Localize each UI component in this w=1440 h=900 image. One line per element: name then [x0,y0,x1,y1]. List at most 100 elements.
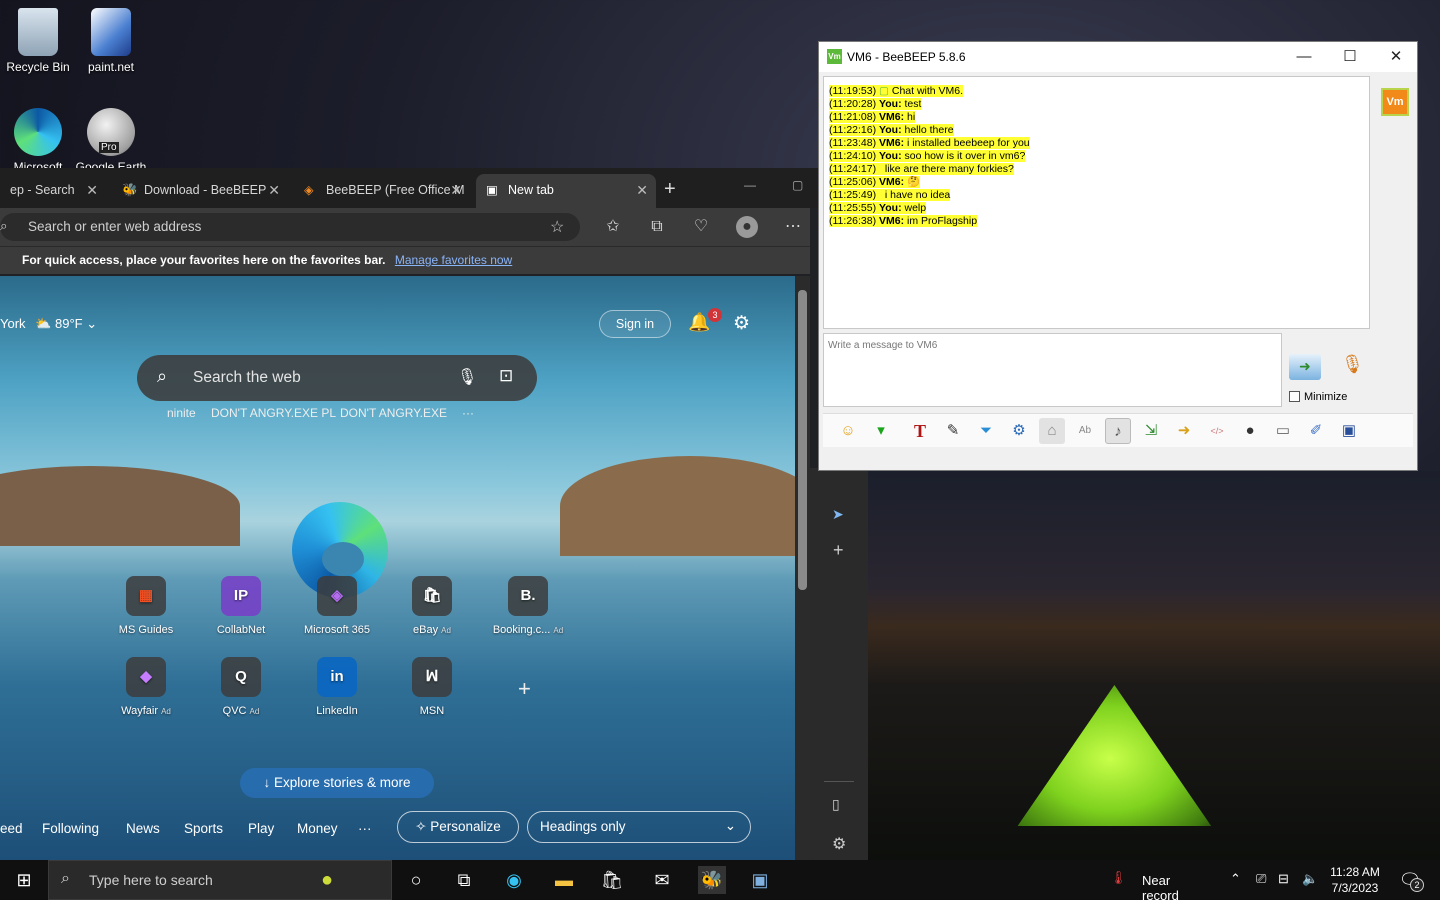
task-view-icon[interactable]: ⧉ [450,866,478,894]
close-window-icon[interactable]: ✕ [1373,46,1419,68]
taskbar-search-box[interactable]: ⌕ Type here to search ● [48,860,392,900]
favorites-icon[interactable]: ✩ [602,216,624,238]
microphone-icon[interactable]: 🎙 [457,367,477,387]
share-icon[interactable]: ▣ [1336,418,1362,444]
add-quick-link-icon[interactable]: + [518,676,531,702]
send-message-button[interactable]: ➜ [1289,354,1321,380]
emoticon-icon[interactable]: ☺ [835,418,861,444]
feed-tab-following[interactable]: Following [42,821,99,836]
minimize-window-icon[interactable]: — [744,178,756,192]
sign-in-button[interactable]: Sign in [599,310,671,338]
screenshot-icon[interactable]: ● [1237,418,1263,444]
save-chat-icon[interactable]: ⇲ [1138,418,1164,444]
quick-link-booking[interactable]: B. Booking.c... Ad [483,576,573,636]
trending-item[interactable]: DON'T ANGRY.EXE [340,406,447,420]
sidebar-settings-icon[interactable]: ⚙ [832,834,846,854]
add-sidebar-app-icon[interactable]: + [833,540,844,561]
cortana-icon[interactable]: ○ [402,866,430,894]
trending-item[interactable]: ninite [167,406,196,420]
close-tab-icon[interactable]: ✕ [636,182,648,199]
weather-news-text[interactable]: Near record [1142,873,1179,900]
address-input[interactable]: ⌕ Search or enter web address ☆ [0,213,580,241]
close-tab-icon[interactable]: ✕ [86,182,98,199]
tab-beebeep-office[interactable]: ◈ BeeBEEP (Free Office M ✕ [294,174,470,208]
browser-essentials-icon[interactable]: ♡ [690,216,712,238]
taskbar-clock[interactable]: 11:28 AM 7/3/2023 [1326,864,1384,896]
action-center-icon[interactable]: 🗨 2 [1396,866,1424,894]
volume-icon[interactable]: 🔈 [1302,871,1318,887]
message-input[interactable]: Write a message to VM6 [823,333,1282,407]
voice-message-icon[interactable]: 🎙 [1341,354,1364,384]
bell-icon[interactable]: ⌂ [1039,418,1065,444]
page-scrollbar[interactable] [795,276,810,860]
feed-tab-money[interactable]: Money [297,821,338,836]
profile-avatar[interactable]: ● [736,216,758,238]
tab-download-beebeep[interactable]: 🐝 Download - BeeBEEP ✕ [112,174,288,208]
desktop-icon-paint-net[interactable]: paint.net [73,8,149,74]
feed-tab-sports[interactable]: Sports [184,821,223,836]
weather-widget[interactable]: York ⛅ 89°F ⌄ [0,316,97,332]
meet-now-icon[interactable]: ⎚ [1256,871,1266,887]
color-icon[interactable]: ✎ [940,418,966,444]
filter-icon[interactable]: ⏷ [973,418,999,444]
favorite-star-icon[interactable]: ☆ [550,217,564,237]
tab-search[interactable]: ep - Search ✕ [0,174,106,208]
window-icon[interactable]: ▭ [1270,418,1296,444]
mail-icon[interactable]: ✉ [648,866,676,894]
desktop-icon-recycle-bin[interactable]: Recycle Bin [0,8,76,74]
more-menu-icon[interactable]: ⋯ [782,216,804,238]
spellcheck-icon[interactable]: Ab [1072,418,1098,444]
manage-favorites-link[interactable]: Manage favorites now [395,253,512,267]
minimize-window-icon[interactable]: — [1281,46,1327,68]
font-icon[interactable]: T [907,418,933,444]
close-tab-icon[interactable]: ✕ [268,182,280,199]
scrollbar-thumb[interactable] [798,290,807,590]
minimize-checkbox[interactable]: Minimize [1289,391,1347,403]
notifications-bell-icon[interactable]: 🔔 3 [688,308,722,333]
store-icon[interactable]: 🛍 [598,866,626,894]
beebeep-taskbar-icon[interactable]: 🐝 [698,866,726,894]
hide-sidebar-icon[interactable]: ▯ [832,796,840,813]
quick-link-msn[interactable]: ꟽ MSN [387,657,477,717]
sound-icon[interactable]: ♪ [1105,418,1131,444]
quick-link-microsoft-365[interactable]: ◈ Microsoft 365 [292,576,382,636]
headings-select[interactable]: Headings only ⌄ [527,811,751,843]
quick-link-wayfair[interactable]: ◆ Wayfair Ad [101,657,191,717]
new-tab-icon[interactable]: + [664,178,676,201]
quick-link-ms-guides[interactable]: ▦ MS Guides [101,576,191,636]
remote-desktop-taskbar-icon[interactable]: ▣ [746,866,774,894]
feed-more-icon[interactable]: ··· [358,821,372,836]
collections-icon[interactable]: ⧉ [646,216,668,238]
personalize-button[interactable]: ✧ Personalize [397,811,519,843]
code-icon[interactable]: </> [1204,418,1230,444]
feed-tab-news[interactable]: News [126,821,160,836]
quick-link-ebay[interactable]: 🛍 eBay Ad [387,576,477,636]
quick-link-collabnet[interactable]: IP CollabNet [196,576,286,636]
settings-icon[interactable]: ⚙ [1006,418,1032,444]
send-file-icon[interactable]: ➜ [1171,418,1197,444]
edge-taskbar-icon[interactable]: ◉ [500,866,528,894]
start-windows-icon[interactable]: ⊞ [10,866,38,894]
quick-link-linkedin[interactable]: in LinkedIn [292,657,382,717]
close-tab-icon[interactable]: ✕ [450,182,462,199]
show-hidden-icons-icon[interactable]: ⌃ [1230,871,1241,887]
feed-tab-play[interactable]: Play [248,821,274,836]
quick-link-qvc[interactable]: Q QVC Ad [196,657,286,717]
green-tool-icon[interactable]: ▾ [868,418,894,444]
file-explorer-icon[interactable]: ▬ [550,866,578,894]
tab-new-tab[interactable]: ▣ New tab ✕ [476,174,656,208]
note-icon[interactable]: ✐ [1303,418,1329,444]
maximize-window-icon[interactable]: ▢ [792,178,803,192]
explore-stories-button[interactable]: ↓ Explore stories & more [240,768,434,798]
web-search-box[interactable]: ⌕ Search the web 🎙 ⊡ [137,355,537,401]
visual-search-icon[interactable]: ⊡ [499,366,513,386]
telegram-icon[interactable]: ➤ [832,506,844,523]
user-avatar[interactable]: Vm [1381,88,1409,116]
page-settings-gear-icon[interactable]: ⚙ [733,312,750,335]
trending-item[interactable]: DON'T ANGRY.EXE PL [211,406,336,420]
network-icon[interactable]: ⊟ [1278,871,1289,887]
feed-tab-my-feed[interactable]: eed [0,821,23,836]
trending-more-icon[interactable]: ··· [462,406,474,420]
maximize-window-icon[interactable]: ☐ [1327,46,1373,68]
checkbox-box[interactable] [1289,391,1300,402]
